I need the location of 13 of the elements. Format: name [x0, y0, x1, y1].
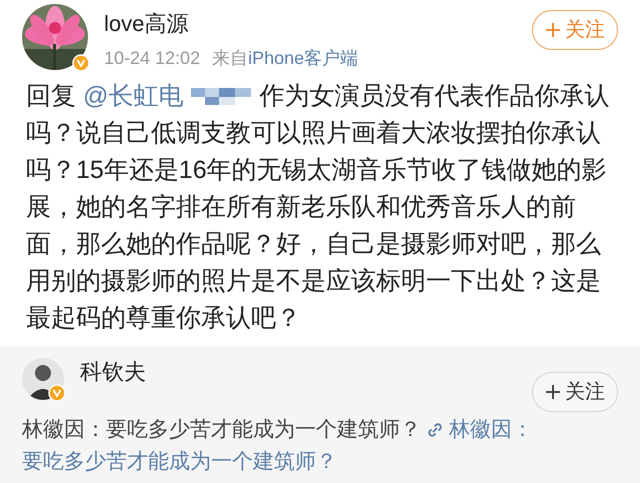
follow-button[interactable]: 关注 — [532, 10, 618, 50]
repost-text: 林徽因：要吃多少苦才能成为一个建筑师？ — [22, 417, 421, 443]
author-name[interactable]: love高源 — [104, 10, 532, 38]
plus-icon — [545, 384, 561, 400]
repost-author[interactable]: 科钦夫 — [80, 358, 532, 386]
post-text: 回复 @长虹电 作为女演员没有代表作品你承认吗？说自己低调支教可以照片画着大浓妆摆拍你承认吗？15年还是16年的无锡太湖音乐节收了钱做她的影展，她的名字排在所有新老乐队和优秀音乐人的前面，那么她的作品呢？好，自己是摄影师对吧，那么用别的摄影师的照片是不是应该标明一下出处？这是最起码的尊重你承认吧？ — [25, 81, 610, 334]
post-source: 来自 iPhone客户端 — [212, 47, 358, 70]
follow-button[interactable]: 关注 — [532, 372, 618, 412]
repost-link[interactable]: 要吃多少苦才能成为一个建筑师？ — [22, 450, 337, 473]
mention-link[interactable]: @长虹电 — [82, 82, 184, 110]
repost-link[interactable]: 林徽因： — [449, 414, 533, 446]
plus-icon — [545, 22, 561, 38]
post-time: 10-24 12:02 — [104, 47, 200, 70]
